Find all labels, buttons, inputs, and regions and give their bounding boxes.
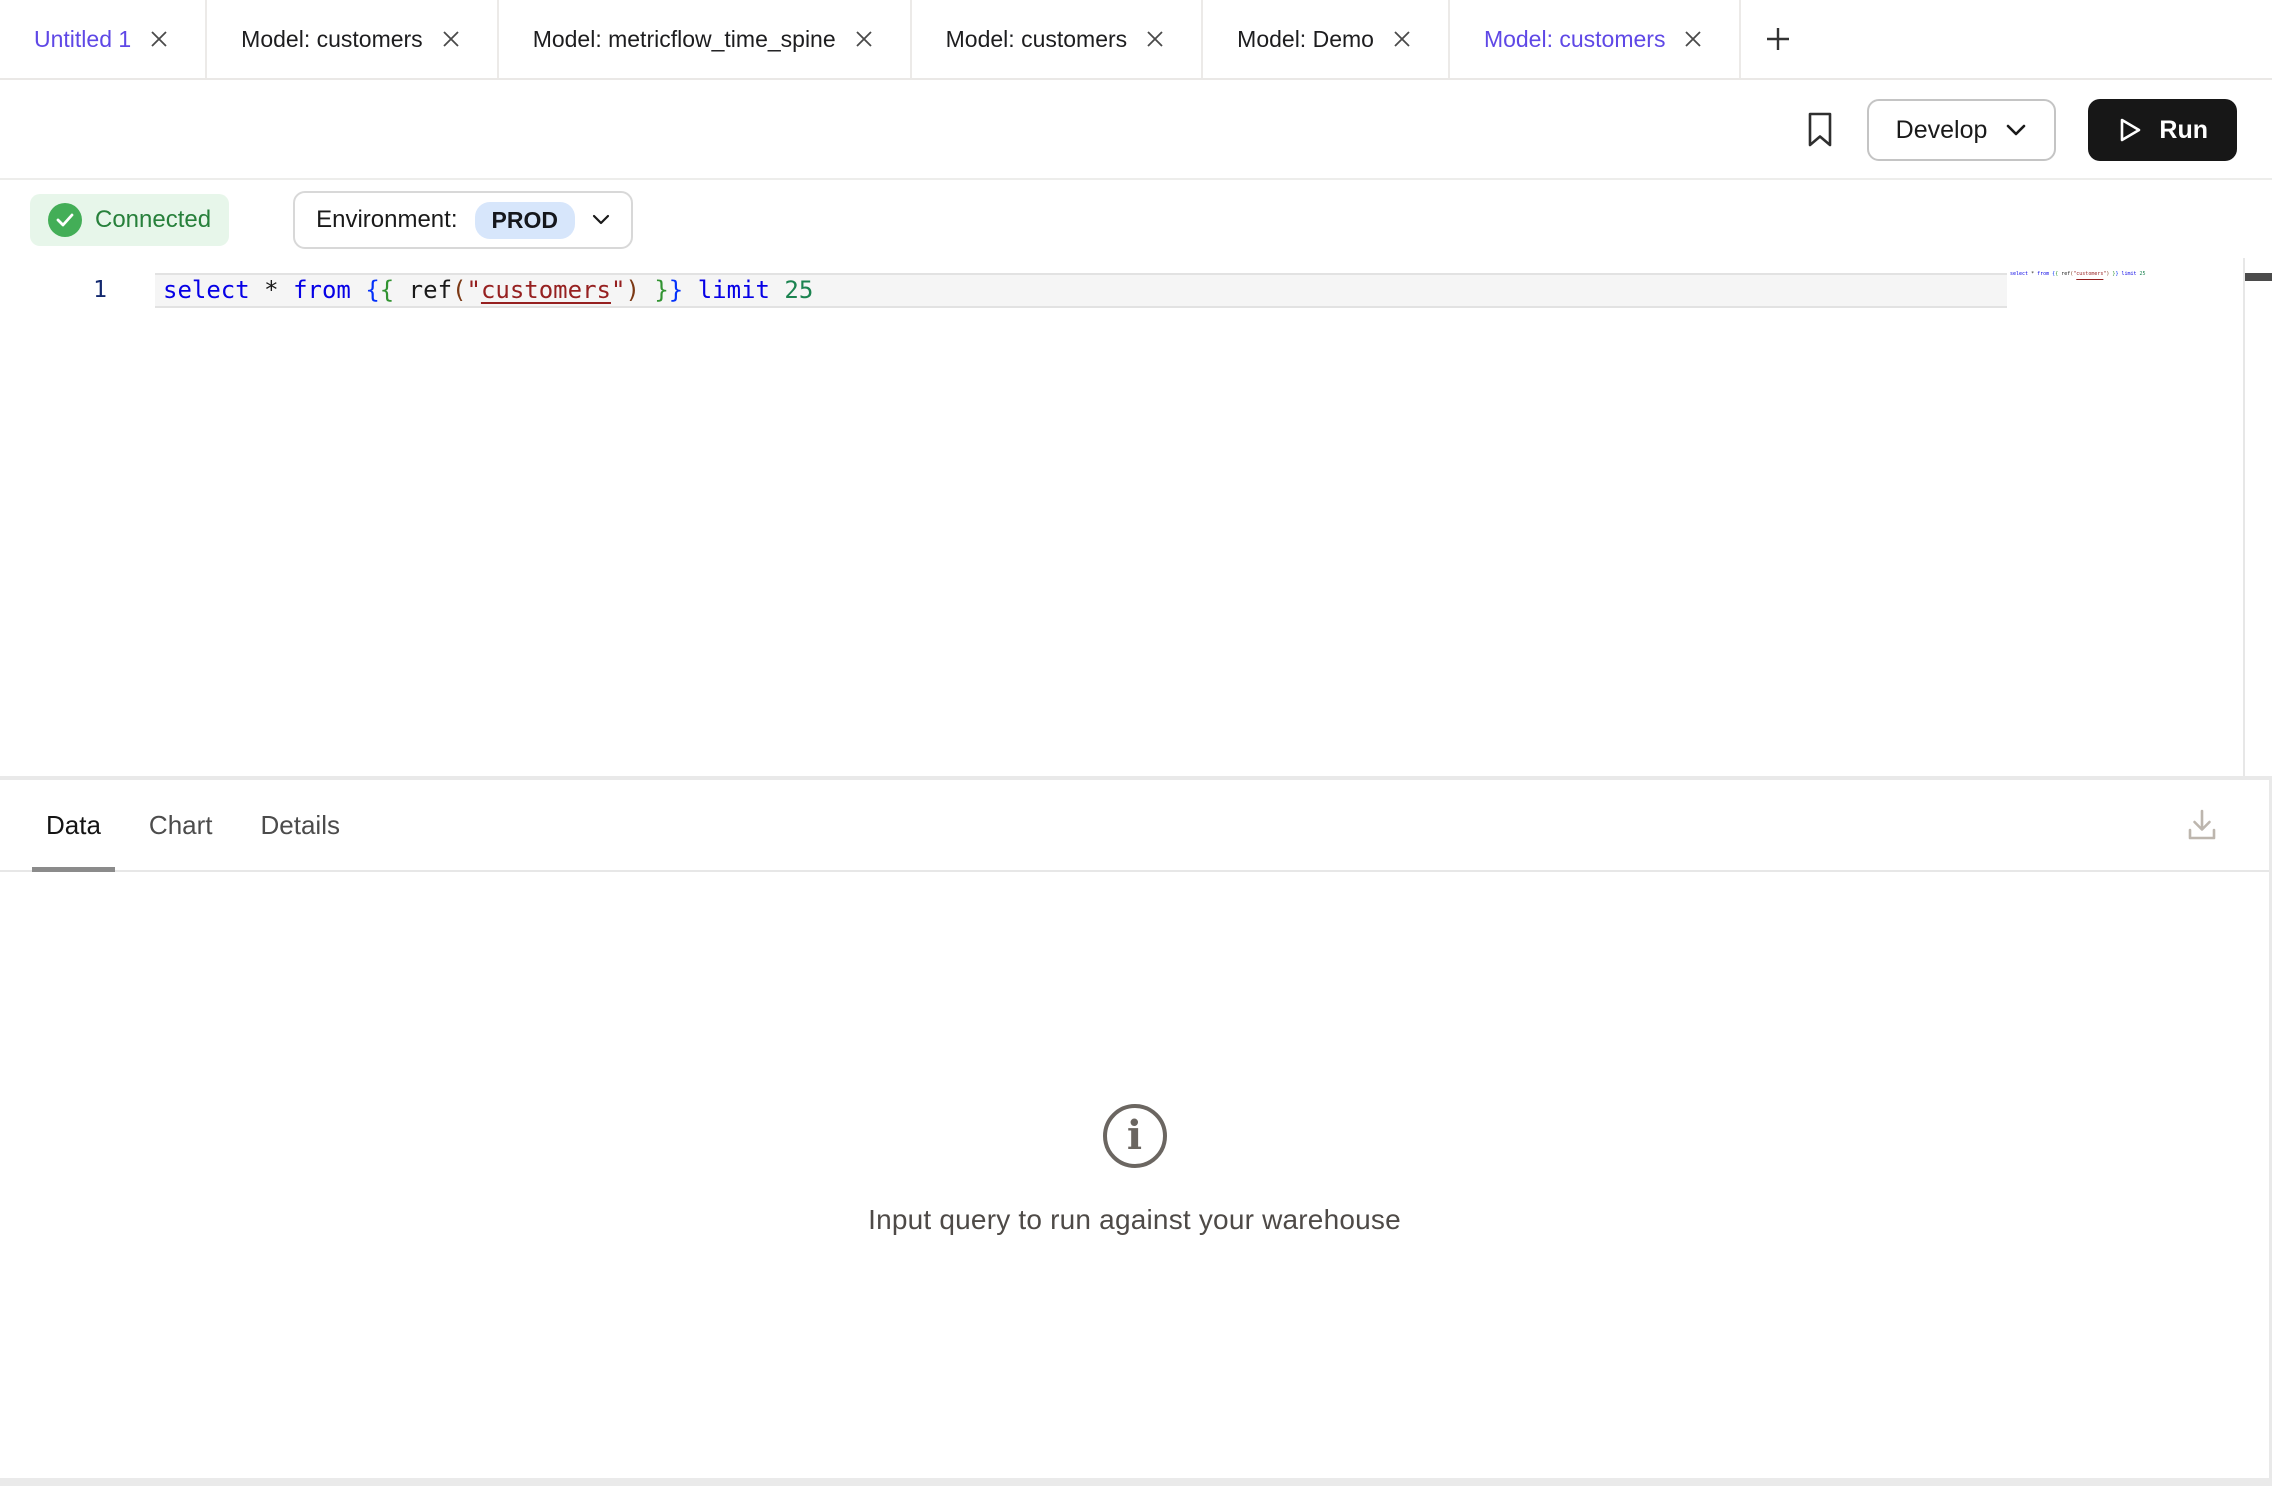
tab-model-demo[interactable]: Model: Demo bbox=[1203, 0, 1450, 78]
tab-label: Model: Demo bbox=[1237, 26, 1374, 53]
tab-label: Model: customers bbox=[946, 26, 1128, 53]
info-icon: i bbox=[1103, 1104, 1167, 1168]
run-label: Run bbox=[2159, 116, 2208, 145]
tab-model-customers-2[interactable]: Model: customers bbox=[912, 0, 1204, 78]
environment-value-badge: PROD bbox=[475, 202, 575, 239]
editor-toolbar: Develop Run bbox=[0, 82, 2272, 180]
environment-selector[interactable]: Environment: PROD bbox=[293, 191, 633, 249]
tab-label: Untitled 1 bbox=[34, 26, 131, 53]
tab-label: Model: metricflow_time_spine bbox=[533, 26, 836, 53]
play-icon bbox=[2117, 116, 2143, 144]
editor-scrollbar[interactable] bbox=[2243, 258, 2272, 776]
connection-status-badge: Connected bbox=[30, 194, 229, 246]
results-tab-bar: Data Chart Details bbox=[0, 780, 2269, 872]
environment-label: Environment: bbox=[316, 206, 457, 234]
close-icon[interactable] bbox=[439, 27, 463, 51]
ide-window: Untitled 1 Model: customers Model: metri… bbox=[0, 0, 2272, 1486]
bookmark-icon[interactable] bbox=[1805, 111, 1835, 149]
bottom-border-strip bbox=[0, 1478, 2272, 1486]
tab-model-customers-3[interactable]: Model: customers bbox=[1450, 0, 1742, 78]
tab-untitled-1[interactable]: Untitled 1 bbox=[0, 0, 207, 78]
tab-details-label: Details bbox=[261, 810, 340, 841]
editor-scrollbar-thumb[interactable] bbox=[2245, 273, 2272, 281]
connected-label: Connected bbox=[95, 206, 211, 234]
new-tab-button[interactable] bbox=[1741, 0, 1815, 78]
develop-menu-button[interactable]: Develop bbox=[1867, 99, 2057, 161]
empty-state: i Input query to run against your wareho… bbox=[0, 872, 2269, 1236]
tab-label: Model: customers bbox=[241, 26, 423, 53]
empty-state-text: Input query to run against your warehous… bbox=[0, 1204, 2269, 1236]
tab-data[interactable]: Data bbox=[32, 780, 115, 870]
code-line[interactable]: select * from {{ ref("customers") }} lim… bbox=[163, 273, 813, 308]
tab-model-metricflow-time-spine[interactable]: Model: metricflow_time_spine bbox=[499, 0, 912, 78]
tab-details[interactable]: Details bbox=[247, 780, 354, 870]
close-icon[interactable] bbox=[1143, 27, 1167, 51]
run-button[interactable]: Run bbox=[2088, 99, 2237, 161]
plus-icon bbox=[1762, 23, 1794, 55]
chevron-down-icon bbox=[592, 214, 610, 226]
close-icon[interactable] bbox=[147, 27, 171, 51]
minimap[interactable]: select * from {{ ref("customers") }} lim… bbox=[2006, 258, 2243, 776]
download-icon[interactable] bbox=[2182, 805, 2222, 845]
tab-chart-label: Chart bbox=[149, 810, 213, 841]
tab-label: Model: customers bbox=[1484, 26, 1666, 53]
results-panel: Data Chart Details i Input query to run … bbox=[0, 780, 2272, 1478]
check-icon bbox=[48, 203, 82, 237]
editor-tab-bar: Untitled 1 Model: customers Model: metri… bbox=[0, 0, 2272, 80]
chevron-down-icon bbox=[2005, 123, 2027, 137]
close-icon[interactable] bbox=[852, 27, 876, 51]
close-icon[interactable] bbox=[1681, 27, 1705, 51]
sql-editor[interactable]: 1 select * from {{ ref("customers") }} l… bbox=[0, 258, 2272, 776]
tab-model-customers-1[interactable]: Model: customers bbox=[207, 0, 499, 78]
tab-chart[interactable]: Chart bbox=[135, 780, 227, 870]
tab-data-label: Data bbox=[46, 810, 101, 841]
close-icon[interactable] bbox=[1390, 27, 1414, 51]
line-number: 1 bbox=[0, 273, 107, 308]
develop-label: Develop bbox=[1896, 116, 1988, 145]
minimap-code-line: select * from {{ ref("customers") }} lim… bbox=[2010, 267, 2146, 281]
connection-status-row: Connected Environment: PROD bbox=[0, 182, 2272, 258]
